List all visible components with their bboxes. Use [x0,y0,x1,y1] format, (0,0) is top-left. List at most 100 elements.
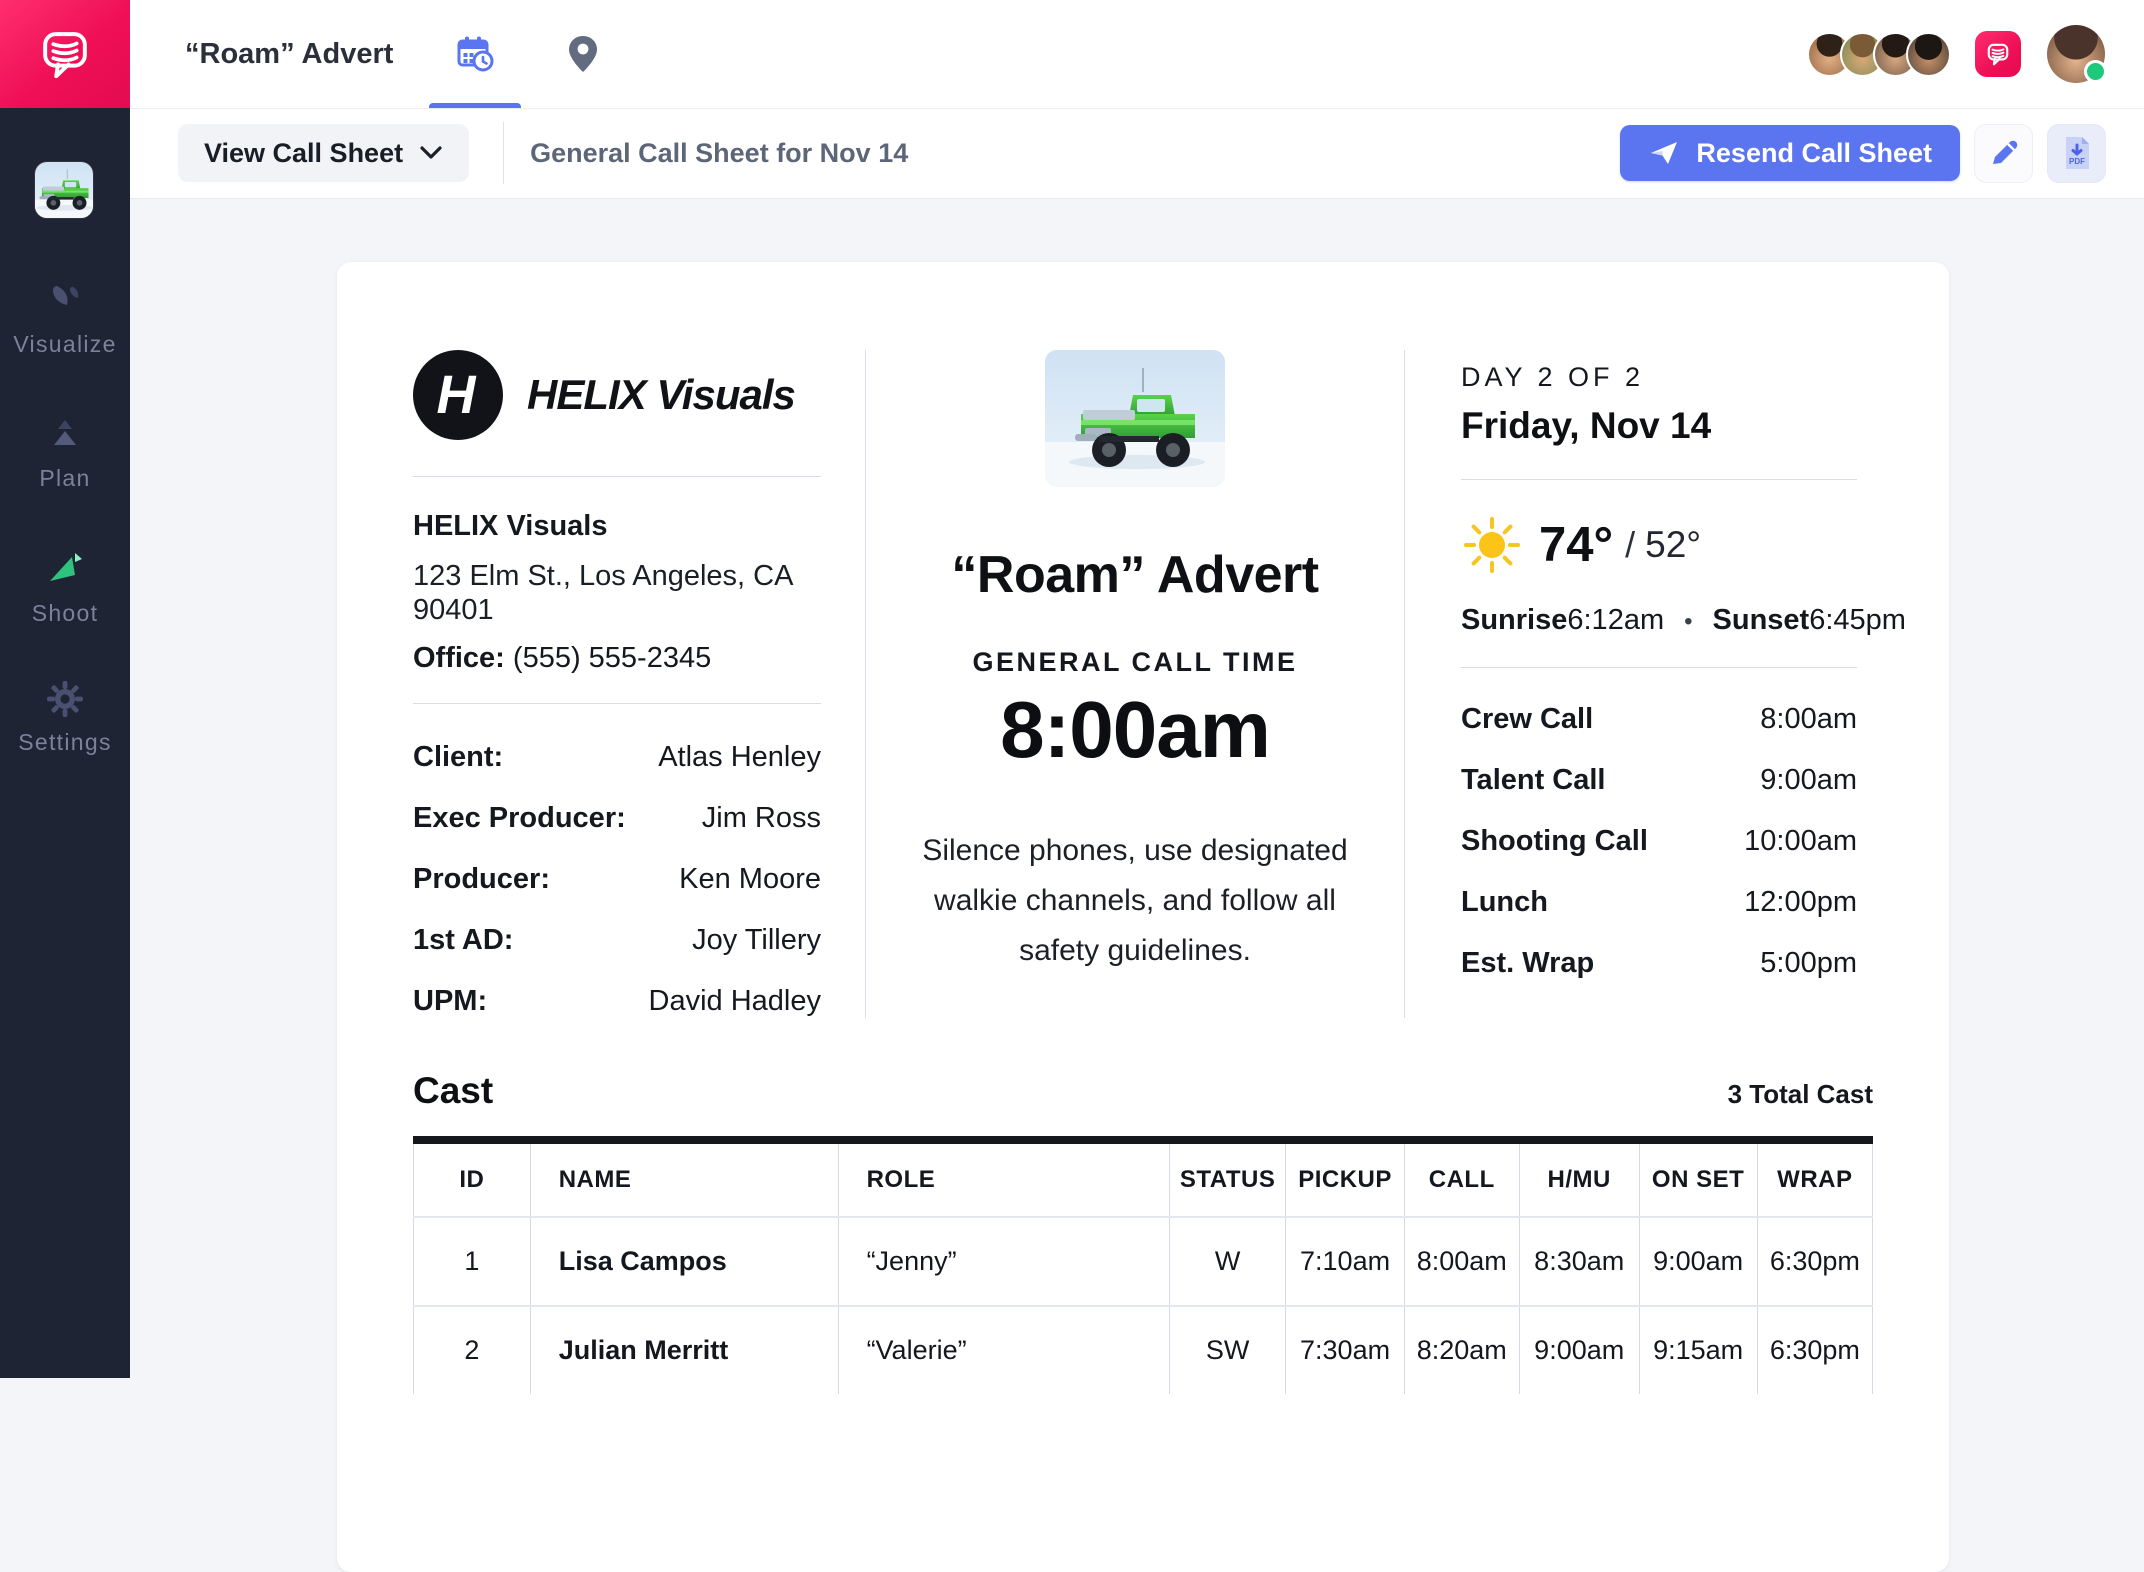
col-header-name: NAME [530,1140,838,1217]
sidebar-item-settings[interactable]: Settings [0,678,130,756]
cast-hmu: 8:30am [1519,1217,1639,1306]
company-address: 123 Elm St., Los Angeles, CA 90401 [413,559,821,627]
edit-call-sheet-button[interactable] [1974,124,2033,183]
speech-bubble-logo-icon [37,26,93,82]
company-name: HELIX Visuals [413,509,821,543]
cast-wrap: 6:30pm [1757,1217,1872,1306]
col-header-onset: ON SET [1639,1140,1757,1217]
project-column: “Roam” Advert GENERAL CALL TIME 8:00am S… [865,350,1405,1018]
cast-onset: 9:00am [1639,1217,1757,1306]
col-header-role: ROLE [838,1140,1169,1217]
col-header-id: ID [414,1140,531,1217]
contact-value: Jim Ross [702,801,821,835]
tab-call-sheet[interactable] [429,0,521,108]
contact-value: Joy Tillery [692,923,821,957]
cast-section-header: Cast 3 Total Cast [413,1070,1873,1112]
sidebar: Visualize Plan Shoot [0,0,130,1378]
calendar-clock-icon [454,33,496,75]
company-logo-wordmark: HELIX Visuals [527,371,795,419]
col-header-status: STATUS [1169,1140,1286,1217]
schedule-row: Crew Call 8:00am [1461,702,1857,736]
sidebar-item-label: Plan [39,465,90,492]
col-header-hmu: H/MU [1519,1140,1639,1217]
divider [1461,479,1857,480]
avatar[interactable] [1906,32,1951,77]
contact-row: 1st AD: Joy Tillery [413,923,821,957]
cast-table-row[interactable]: 1 Lisa Campos “Jenny” W 7:10am 8:00am 8:… [414,1217,1873,1306]
divider [413,476,821,477]
sidebar-item-label: Visualize [13,331,116,358]
schedule-label: Lunch [1461,885,1548,919]
divider [1461,667,1857,668]
schedule-label: Talent Call [1461,763,1606,797]
day-column: DAY 2 OF 2 Friday, Nov 14 [1405,350,1857,1018]
contact-value: Atlas Henley [658,740,821,774]
temp-low: 52° [1645,524,1701,566]
contact-row: UPM: David Hadley [413,984,821,1018]
view-call-sheet-label: View Call Sheet [204,138,403,169]
cast-call: 8:00am [1404,1217,1519,1306]
schedule-label: Crew Call [1461,702,1593,736]
cast-onset: 9:15am [1639,1306,1757,1394]
callsheet-toolbar: View Call Sheet General Call Sheet for N… [130,108,2144,199]
project-thumbnail[interactable] [35,162,93,218]
resend-call-sheet-button[interactable]: Resend Call Sheet [1620,125,1960,181]
schedule-row: Talent Call 9:00am [1461,763,1857,797]
gear-icon [44,678,86,720]
user-avatar[interactable] [2047,25,2105,83]
contacts-list: Client: Atlas Henley Exec Producer: Jim … [413,740,821,1018]
cast-id: 2 [414,1306,531,1394]
cast-heading: Cast [413,1070,493,1112]
tab-locations[interactable] [537,0,629,108]
sidebar-item-plan[interactable]: Plan [0,412,130,492]
sunrise-label: Sunrise [1461,604,1567,637]
schedule-time: 8:00am [1760,702,1857,736]
sidebar-item-shoot[interactable]: Shoot [0,545,130,627]
download-pdf-button[interactable]: PDF [2047,124,2106,183]
contact-value: Ken Moore [679,862,821,896]
day-counter: DAY 2 OF 2 [1461,362,1857,393]
project-name: “Roam” Advert [908,545,1362,605]
cast-table-header-row: ID NAME ROLE STATUS PICKUP CALL H/MU ON … [414,1140,1873,1217]
sunrise-time: 6:12am [1567,604,1664,637]
set-notes: Silence phones, use designated walkie ch… [908,826,1362,976]
temp-separator: / [1625,524,1635,566]
app-logo[interactable] [0,0,130,108]
cast-pickup: 7:10am [1286,1217,1404,1306]
weather-row: 74° / 52° [1461,514,1857,576]
project-hero-image [1045,350,1225,487]
office-value: (555) 555-2345 [513,642,711,674]
temp-high: 74° [1539,517,1613,573]
col-header-pickup: PICKUP [1286,1140,1404,1217]
company-brand: H HELIX Visuals [413,350,821,440]
speech-bubble-icon [1985,41,2011,67]
map-pin-icon [566,34,600,74]
contact-label: Client: [413,740,503,774]
top-header: “Roam” Advert [130,0,2144,109]
online-status-dot [2084,60,2107,83]
cast-table-row[interactable]: 2 Julian Merritt “Valerie” SW 7:30am 8:2… [414,1306,1873,1394]
app-badge-button[interactable] [1975,31,2021,77]
divider [413,703,821,704]
office-label: Office: [413,642,505,674]
contact-label: 1st AD: [413,923,513,957]
schedule-label: Est. Wrap [1461,946,1594,980]
shoot-icon [42,545,88,591]
schedule-row: Lunch 12:00pm [1461,885,1857,919]
sunset-label: Sunset [1713,604,1810,637]
schedule-time: 12:00pm [1744,885,1857,919]
sunset-time: 6:45pm [1809,604,1906,637]
sun-icon [1461,514,1523,576]
schedule-row: Est. Wrap 5:00pm [1461,946,1857,980]
schedule-label: Shooting Call [1461,824,1648,858]
company-info: HELIX Visuals 123 Elm St., Los Angeles, … [413,509,821,675]
view-call-sheet-dropdown[interactable]: View Call Sheet [178,124,469,182]
sun-times: Sunrise 6:12am • Sunset 6:45pm [1461,604,1857,637]
sidebar-item-visualize[interactable]: Visualize [0,278,130,358]
sidebar-item-label: Shoot [32,600,99,627]
cast-call: 8:20am [1404,1306,1519,1394]
general-call-time-value: 8:00am [908,684,1362,776]
cast-status: W [1169,1217,1286,1306]
collaborator-avatars[interactable] [1807,32,1951,77]
schedule-time: 10:00am [1744,824,1857,858]
